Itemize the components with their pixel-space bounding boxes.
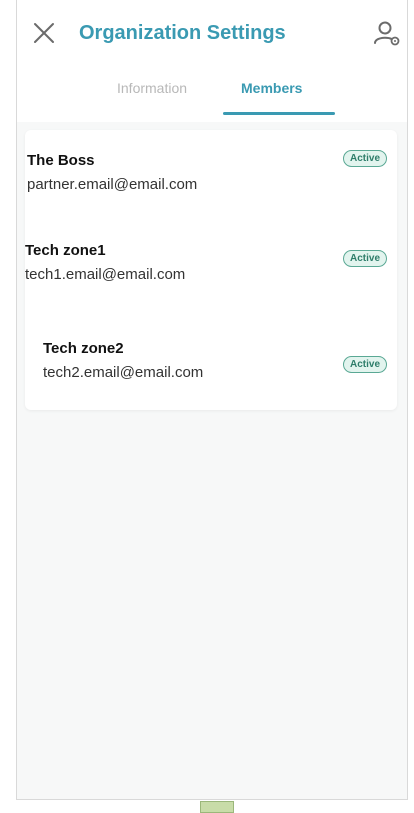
members-list: The Boss partner.email@email.com Active …: [25, 130, 397, 410]
tab-members[interactable]: Members: [241, 80, 302, 96]
content-area: The Boss partner.email@email.com Active …: [17, 122, 407, 799]
app-frame: Organization Settings Information Member…: [16, 0, 408, 800]
status-badge: Active: [343, 150, 388, 167]
user-settings-button[interactable]: [373, 19, 401, 47]
member-name: The Boss: [27, 152, 95, 169]
active-tab-indicator: [223, 112, 335, 115]
status-badge: Active: [343, 356, 388, 373]
tab-bar: Information Members: [17, 72, 407, 122]
close-icon: [34, 23, 54, 43]
header: Organization Settings: [17, 0, 407, 54]
tab-information[interactable]: Information: [117, 80, 187, 96]
home-indicator[interactable]: [200, 801, 234, 813]
user-settings-icon: [374, 21, 400, 46]
list-item[interactable]: The Boss partner.email@email.com Active: [25, 130, 397, 210]
list-item[interactable]: Tech zone2 tech2.email@email.com Active: [25, 318, 397, 398]
page-title: Organization Settings: [79, 22, 286, 44]
member-email: partner.email@email.com: [27, 176, 198, 193]
member-name: Tech zone1: [25, 242, 106, 259]
member-email: tech1.email@email.com: [25, 266, 186, 283]
close-button[interactable]: [31, 20, 57, 46]
member-email: tech2.email@email.com: [43, 364, 204, 381]
list-item[interactable]: Tech zone1 tech1.email@email.com Active: [25, 220, 397, 300]
status-badge: Active: [343, 250, 388, 267]
member-name: Tech zone2: [43, 340, 124, 357]
